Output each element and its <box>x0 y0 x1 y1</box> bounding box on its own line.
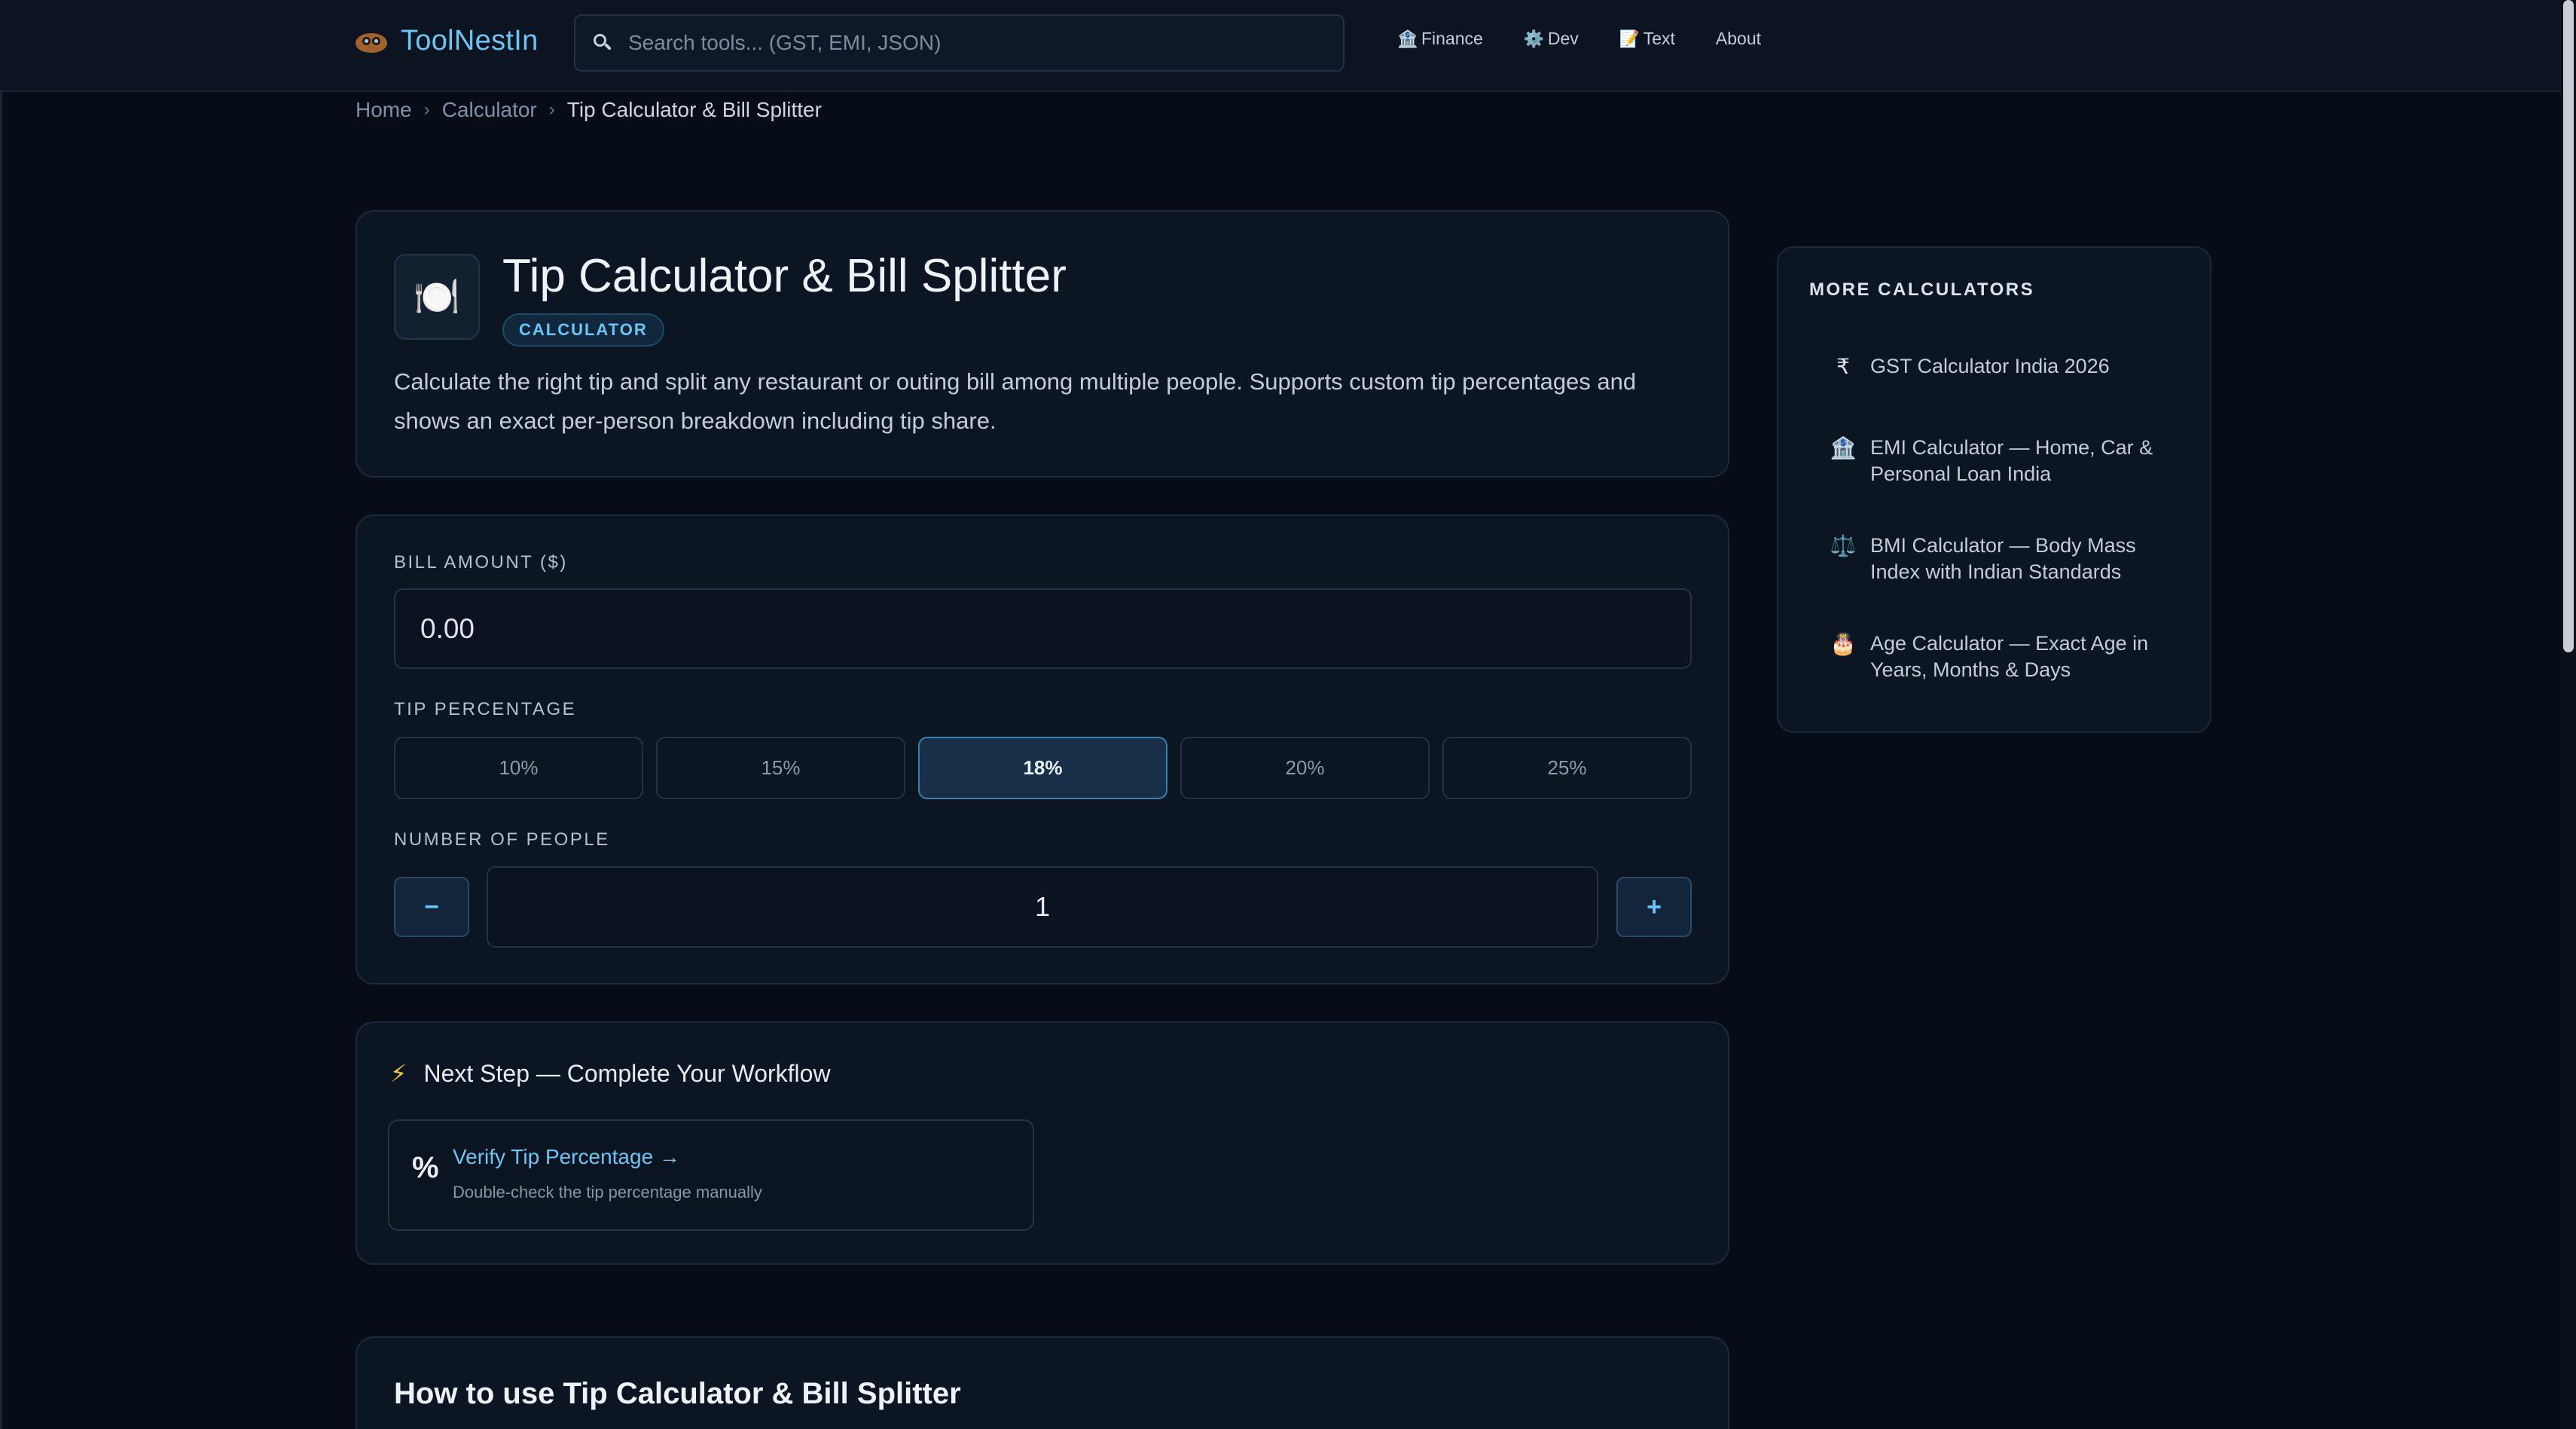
nav-finance[interactable]: 🏦 Finance <box>1397 29 1483 49</box>
top-navbar: ToolNestIn 🏦 Finance ⚙️ Dev 📝 Text About <box>0 0 2561 92</box>
breadcrumb-home[interactable]: Home <box>356 98 412 122</box>
tip-option-10[interactable]: 10% <box>394 737 643 799</box>
window-edge <box>0 0 2 1429</box>
logo-icon <box>356 30 387 53</box>
nav-about-label: About <box>1715 29 1762 48</box>
breadcrumb-separator: › <box>548 99 555 120</box>
breadcrumb-current: Tip Calculator & Bill Splitter <box>566 98 822 121</box>
search-box[interactable] <box>574 14 1344 72</box>
tip-option-15[interactable]: 15% <box>656 737 905 799</box>
logo-text: ToolNestIn <box>401 25 539 56</box>
sidebar-item-label: BMI Calculator — Body Mass Index with In… <box>1870 534 2136 583</box>
tip-percentage-options: 10% 15% 18% 20% 25% <box>394 737 1692 799</box>
sidebar-item-age[interactable]: 🎂 Age Calculator — Exact Age in Years, M… <box>1830 631 2191 683</box>
breadcrumb: Home › Calculator › Tip Calculator & Bil… <box>356 98 822 122</box>
more-calculators-sidebar: MORE CALCULATORS ₹ GST Calculator India … <box>1777 246 2211 733</box>
nav-about[interactable]: About <box>1716 29 1761 49</box>
lightning-icon: ⚡ <box>390 1060 407 1087</box>
next-step-card: ⚡ Next Step — Complete Your Workflow % V… <box>356 1021 1729 1265</box>
bank-icon: 🏦 <box>1397 29 1418 48</box>
sidebar-item-emi[interactable]: 🏦 EMI Calculator — Home, Car & Personal … <box>1830 435 2191 487</box>
tip-option-25[interactable]: 25% <box>1442 737 1692 799</box>
sidebar-item-label: Age Calculator — Exact Age in Years, Mon… <box>1870 632 2149 681</box>
plate-cutlery-icon: 🍽️ <box>394 254 480 340</box>
tool-description: Calculate the right tip and split any re… <box>394 368 1637 434</box>
number-of-people-label: NUMBER OF PEOPLE <box>394 829 610 850</box>
decrement-people-button[interactable]: − <box>394 877 469 937</box>
verify-tip-link-subtitle: Double-check the tip percentage manually <box>453 1183 762 1202</box>
people-count-input[interactable]: 1 <box>487 866 1598 948</box>
verify-tip-link-title[interactable]: Verify Tip Percentage → <box>453 1145 680 1169</box>
search-input[interactable] <box>628 31 1291 55</box>
tip-option-20[interactable]: 20% <box>1180 737 1430 799</box>
percent-icon: % <box>412 1151 439 1184</box>
gear-icon: ⚙️ <box>1523 29 1545 48</box>
next-step-title: Next Step — Complete Your Workflow <box>423 1059 831 1087</box>
page-title: Tip Calculator & Bill Splitter <box>502 250 1067 302</box>
sidebar-item-gst[interactable]: ₹ GST Calculator India 2026 <box>1830 353 2191 380</box>
sidebar-item-label: GST Calculator India 2026 <box>1870 355 2110 377</box>
nav-dev[interactable]: ⚙️ Dev <box>1524 29 1579 49</box>
sidebar-item-bmi[interactable]: ⚖️ BMI Calculator — Body Mass Index with… <box>1830 533 2191 585</box>
category-badge: CALCULATOR <box>502 313 664 347</box>
search-icon <box>592 32 613 53</box>
increment-people-button[interactable]: + <box>1616 877 1692 937</box>
tip-percentage-label: TIP PERCENTAGE <box>394 699 577 719</box>
cake-icon: 🎂 <box>1830 632 1857 655</box>
bank-icon: 🏦 <box>1830 436 1857 460</box>
breadcrumb-calculator[interactable]: Calculator <box>442 98 537 122</box>
next-step-heading: ⚡ Next Step — Complete Your Workflow <box>390 1059 831 1088</box>
main-nav: 🏦 Finance ⚙️ Dev 📝 Text About <box>1397 29 1761 49</box>
site-logo[interactable]: ToolNestIn <box>356 25 539 57</box>
breadcrumb-separator: › <box>423 99 430 120</box>
bill-amount-input[interactable]: 0.00 <box>394 588 1692 669</box>
nav-text[interactable]: 📝 Text <box>1619 29 1675 49</box>
bill-amount-label: BILL AMOUNT ($) <box>394 552 568 573</box>
verify-tip-link-card[interactable]: % Verify Tip Percentage → Double-check t… <box>388 1119 1034 1231</box>
nav-dev-label: Dev <box>1547 29 1579 48</box>
how-to-use-card: How to use Tip Calculator & Bill Splitte… <box>356 1336 1729 1429</box>
tool-header-card: 🍽️ Tip Calculator & Bill Splitter CALCUL… <box>356 210 1729 478</box>
page-scrollbar[interactable] <box>2561 0 2576 1429</box>
calculator-form: BILL AMOUNT ($) 0.00 TIP PERCENTAGE 10% … <box>356 515 1729 985</box>
nav-finance-label: Finance <box>1421 29 1483 48</box>
memo-icon: 📝 <box>1619 29 1641 48</box>
sidebar-heading: MORE CALCULATORS <box>1809 279 2035 300</box>
nav-text-label: Text <box>1643 29 1675 48</box>
sidebar-item-label: EMI Calculator — Home, Car & Personal Lo… <box>1870 436 2153 485</box>
scales-icon: ⚖️ <box>1830 534 1857 557</box>
scrollbar-thumb[interactable] <box>2563 0 2574 652</box>
tip-option-18-selected[interactable]: 18% <box>918 737 1167 799</box>
how-to-use-title: How to use Tip Calculator & Bill Splitte… <box>394 1377 961 1410</box>
rupee-icon: ₹ <box>1836 355 1850 378</box>
